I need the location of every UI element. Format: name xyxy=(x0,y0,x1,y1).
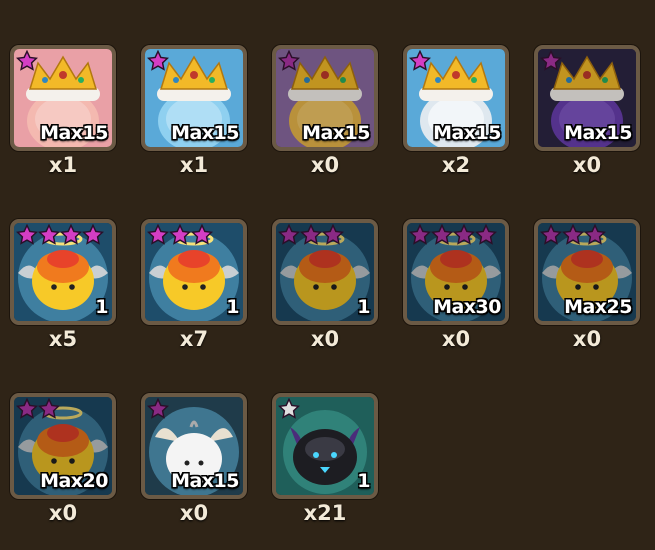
inventory-slot[interactable]: Max15 x1 xyxy=(141,45,247,177)
monster-card[interactable]: 1 xyxy=(272,219,378,325)
inventory-slot[interactable]: 1 x7 xyxy=(141,219,247,351)
inventory-grid: Max15 x1 Max15 x1 Max15 x0 Max15 x2 Max15 x0 1 x5 1 x… xyxy=(0,0,655,550)
star-rating xyxy=(16,50,38,72)
star-rating xyxy=(16,398,60,420)
inventory-slot[interactable]: Max15 x0 xyxy=(272,45,378,177)
inventory-slot[interactable]: Max15 x2 xyxy=(403,45,509,177)
star-icon xyxy=(16,224,38,245)
quantity-label: x0 xyxy=(310,327,340,351)
star-rating xyxy=(409,224,497,246)
quantity-label: x21 xyxy=(303,501,347,525)
star-rating xyxy=(147,50,169,72)
star-icon xyxy=(16,398,38,419)
quantity-label: x2 xyxy=(441,153,471,177)
inventory-slot[interactable]: Max30 x0 xyxy=(403,219,509,351)
inventory-slot[interactable]: 1 x21 xyxy=(272,393,378,525)
level-label: 1 xyxy=(357,470,370,492)
star-icon xyxy=(322,224,344,245)
quantity-label: x0 xyxy=(441,327,471,351)
inventory-slot[interactable]: 1 x5 xyxy=(10,219,116,351)
level-label: Max15 xyxy=(40,122,108,144)
star-icon xyxy=(169,224,191,245)
inventory-slot[interactable]: Max25 x0 xyxy=(534,219,640,351)
quantity-label: x1 xyxy=(179,153,209,177)
inventory-slot[interactable]: Max20 x0 xyxy=(10,393,116,525)
star-icon xyxy=(278,224,300,245)
star-icon xyxy=(147,50,169,71)
inventory-slot[interactable]: 1 x0 xyxy=(272,219,378,351)
level-label: Max15 xyxy=(302,122,370,144)
star-icon xyxy=(409,224,431,245)
star-icon xyxy=(38,398,60,419)
quantity-label: x0 xyxy=(179,501,209,525)
star-rating xyxy=(540,50,562,72)
star-rating xyxy=(278,224,344,246)
level-label: 1 xyxy=(95,296,108,318)
monster-card[interactable]: Max15 xyxy=(10,45,116,151)
monster-card[interactable]: Max15 xyxy=(141,45,247,151)
star-icon xyxy=(431,224,453,245)
quantity-label: x0 xyxy=(310,153,340,177)
quantity-label: x0 xyxy=(572,327,602,351)
level-label: Max15 xyxy=(171,470,239,492)
star-icon xyxy=(300,224,322,245)
quantity-label: x0 xyxy=(572,153,602,177)
star-icon xyxy=(453,224,475,245)
quantity-label: x5 xyxy=(48,327,78,351)
star-icon xyxy=(278,398,300,419)
quantity-label: x7 xyxy=(179,327,209,351)
level-label: Max25 xyxy=(564,296,632,318)
star-icon xyxy=(60,224,82,245)
monster-card[interactable]: Max30 xyxy=(403,219,509,325)
star-icon xyxy=(540,224,562,245)
monster-card[interactable]: Max15 xyxy=(272,45,378,151)
star-rating xyxy=(147,398,169,420)
star-rating xyxy=(278,398,300,420)
level-label: Max20 xyxy=(40,470,108,492)
star-icon xyxy=(147,398,169,419)
level-label: Max15 xyxy=(171,122,239,144)
inventory-slot[interactable]: Max15 x1 xyxy=(10,45,116,177)
quantity-label: x1 xyxy=(48,153,78,177)
star-icon xyxy=(38,224,60,245)
monster-card[interactable]: 1 xyxy=(10,219,116,325)
star-icon xyxy=(278,50,300,71)
monster-card[interactable]: 1 xyxy=(141,219,247,325)
star-icon xyxy=(409,50,431,71)
star-icon xyxy=(584,224,606,245)
level-label: Max30 xyxy=(433,296,501,318)
star-rating xyxy=(409,50,431,72)
star-rating xyxy=(147,224,213,246)
monster-card[interactable]: Max15 xyxy=(403,45,509,151)
star-icon xyxy=(16,50,38,71)
level-label: Max15 xyxy=(433,122,501,144)
quantity-label: x0 xyxy=(48,501,78,525)
monster-card[interactable]: Max15 xyxy=(534,45,640,151)
level-label: 1 xyxy=(357,296,370,318)
level-label: 1 xyxy=(226,296,239,318)
monster-card[interactable]: Max25 xyxy=(534,219,640,325)
monster-card[interactable]: Max15 xyxy=(141,393,247,499)
star-icon xyxy=(191,224,213,245)
inventory-slot[interactable]: Max15 x0 xyxy=(534,45,640,177)
level-label: Max15 xyxy=(564,122,632,144)
star-rating xyxy=(278,50,300,72)
star-icon xyxy=(475,224,497,245)
monster-card[interactable]: 1 xyxy=(272,393,378,499)
star-icon xyxy=(540,50,562,71)
inventory-slot[interactable]: Max15 x0 xyxy=(141,393,247,525)
star-rating xyxy=(540,224,606,246)
monster-card[interactable]: Max20 xyxy=(10,393,116,499)
star-icon xyxy=(82,224,104,245)
star-icon xyxy=(562,224,584,245)
star-icon xyxy=(147,224,169,245)
star-rating xyxy=(16,224,104,246)
